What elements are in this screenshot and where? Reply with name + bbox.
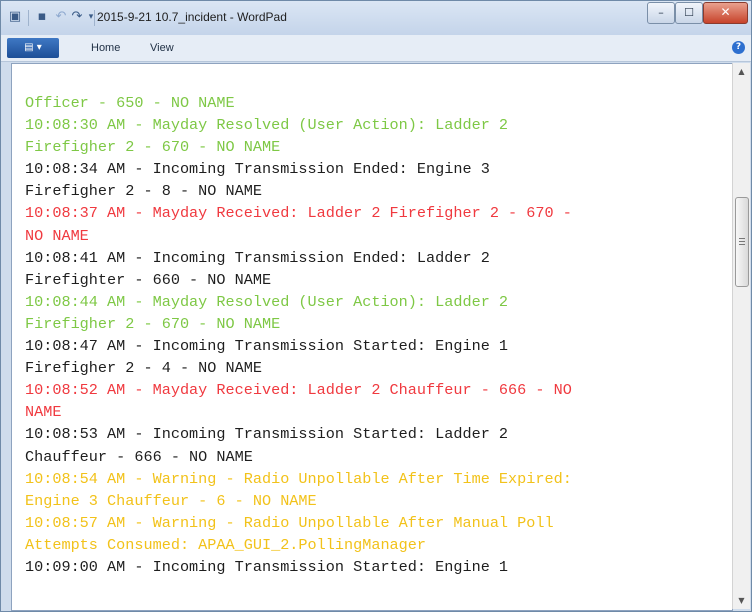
document-text[interactable]: Officer - 650 - NO NAME 10:08:30 AM - May… <box>25 92 725 578</box>
toolbar-separator <box>28 10 29 26</box>
minimize-button[interactable]: – <box>647 2 675 24</box>
log-line: 10:08:34 AM - Incoming Transmission Ende… <box>25 160 490 179</box>
save-icon[interactable]: ▪ <box>34 9 50 25</box>
tab-view[interactable]: View <box>150 42 174 54</box>
log-line: 10:09:00 AM - Incoming Transmission Star… <box>25 557 509 576</box>
undo-icon[interactable]: ↶ <box>53 9 69 25</box>
title-bar: ▣ ▪ ↶ ↷ ▾ 2015-9-21 10.7_incident - Word… <box>1 1 751 35</box>
close-icon: ✕ <box>720 5 731 19</box>
maximize-button[interactable]: ☐ <box>675 2 703 24</box>
log-line: NO NAME <box>25 226 89 245</box>
scroll-up-icon[interactable]: ▲ <box>733 63 750 80</box>
thumb-grip <box>739 241 745 242</box>
help-icon[interactable]: ? <box>732 41 745 54</box>
log-line: Firefighter - 660 - NO NAME <box>25 270 272 289</box>
log-line: Firefigher 2 - 670 - NO NAME <box>25 314 281 333</box>
window-title: 2015-9-21 10.7_incident - WordPad <box>97 10 287 24</box>
log-line: 10:08:30 AM - Mayday Resolved (User Acti… <box>25 116 509 135</box>
file-menu-icon: ▤ ▾ <box>24 42 42 53</box>
log-line: Firefigher 2 - 4 - NO NAME <box>25 359 262 378</box>
log-line: NAME <box>25 403 62 422</box>
close-button[interactable]: ✕ <box>703 2 748 24</box>
app-icon[interactable]: ▣ <box>7 9 23 25</box>
log-line: 10:08:52 AM - Mayday Received: Ladder 2 … <box>25 381 572 400</box>
thumb-grip <box>739 238 745 239</box>
log-line: Attempts Consumed: APAA_GUI_2.PollingMan… <box>25 535 427 554</box>
vertical-scrollbar[interactable]: ▲ ▼ <box>732 63 750 609</box>
file-menu-button[interactable]: ▤ ▾ <box>7 38 59 58</box>
log-line: 10:08:57 AM - Warning - Radio Unpollable… <box>25 513 554 532</box>
log-line: 10:08:47 AM - Incoming Transmission Star… <box>25 337 509 356</box>
ribbon-tabs-bar: ▤ ▾ Home View ? <box>1 35 751 62</box>
log-line: 10:08:41 AM - Incoming Transmission Ende… <box>25 248 490 267</box>
log-line: Firefigher 2 - 8 - NO NAME <box>25 182 262 201</box>
document-area[interactable]: Officer - 650 - NO NAME 10:08:30 AM - May… <box>11 63 733 611</box>
wordpad-window: ▣ ▪ ↶ ↷ ▾ 2015-9-21 10.7_incident - Word… <box>0 0 752 612</box>
scroll-down-icon[interactable]: ▼ <box>733 592 750 609</box>
log-line: 10:08:44 AM - Mayday Resolved (User Acti… <box>25 292 509 311</box>
log-line: Officer - 650 - NO NAME <box>25 94 235 112</box>
log-line: 10:08:37 AM - Mayday Received: Ladder 2 … <box>25 204 572 223</box>
maximize-icon: ☐ <box>684 6 694 19</box>
log-line: Firefigher 2 - 670 - NO NAME <box>25 138 281 157</box>
scroll-thumb[interactable] <box>735 197 749 287</box>
minimize-icon: – <box>658 6 664 19</box>
thumb-grip <box>739 244 745 245</box>
tab-home[interactable]: Home <box>91 42 120 54</box>
log-line: Chauffeur - 666 - NO NAME <box>25 447 253 466</box>
log-line: Engine 3 Chauffeur - 6 - NO NAME <box>25 491 317 510</box>
log-line: 10:08:53 AM - Incoming Transmission Star… <box>25 425 509 444</box>
log-line: 10:08:54 AM - Warning - Radio Unpollable… <box>25 469 572 488</box>
title-separator <box>94 10 95 26</box>
